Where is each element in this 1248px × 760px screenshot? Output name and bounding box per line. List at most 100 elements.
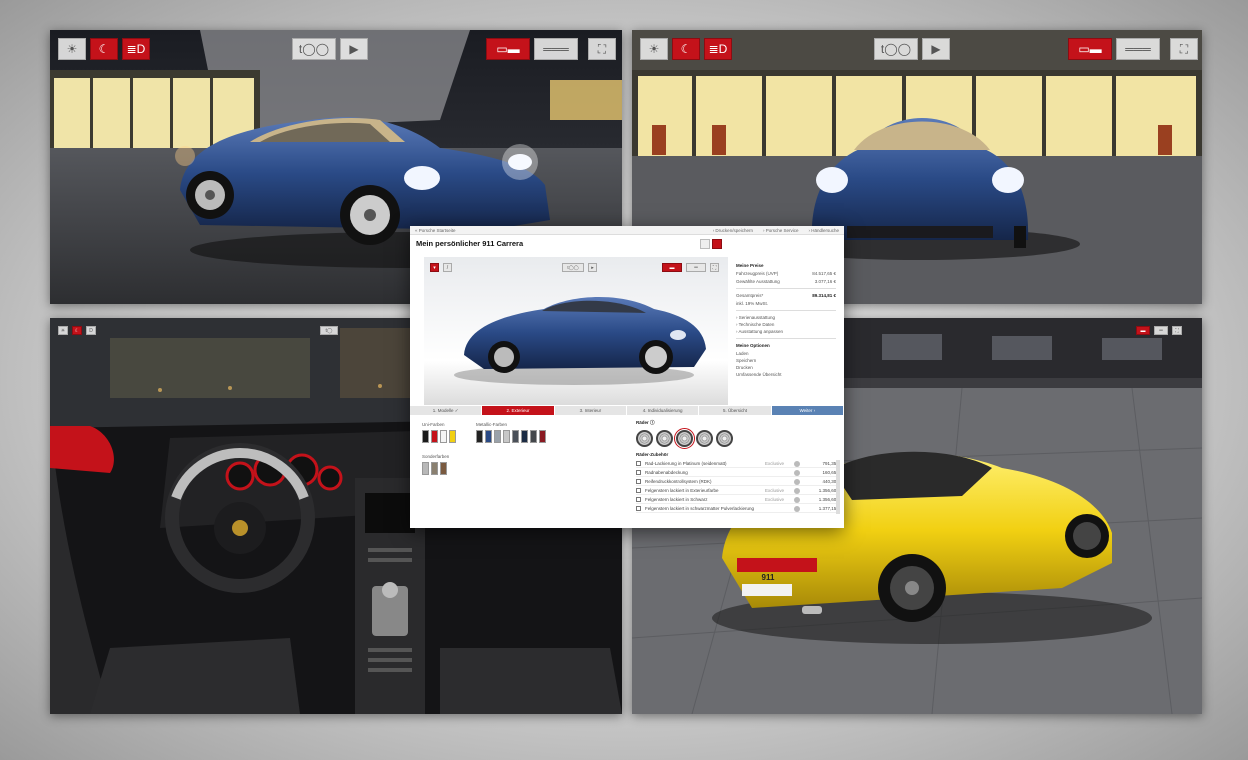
option-row[interactable]: Reifendruckkontrollsystem (RDK) 440,30 € xyxy=(636,478,840,486)
wheel-option-selected[interactable] xyxy=(674,428,695,449)
close-icon[interactable] xyxy=(712,239,722,249)
view-toolbar: ▭▬ ═══ ⛶ xyxy=(486,38,616,60)
info-icon[interactable] xyxy=(794,505,800,512)
headlight-icon[interactable]: ≣D xyxy=(704,38,732,60)
tab-interior[interactable]: 3. Interieur xyxy=(555,406,627,415)
color-swatch[interactable] xyxy=(440,430,447,443)
print-save-link[interactable]: › Drucken/speichern xyxy=(713,228,753,233)
camera-icon[interactable]: t◯◯ xyxy=(292,38,336,60)
next-button[interactable]: Weiter › xyxy=(771,406,844,415)
play-icon[interactable]: ▸ xyxy=(588,263,597,272)
color-swatch[interactable] xyxy=(422,430,429,443)
option-row[interactable]: Radnabenabdeckung 160,65 € xyxy=(636,469,840,477)
tab-overview[interactable]: 5. Übersicht xyxy=(699,406,772,415)
headlight-icon[interactable]: D xyxy=(86,326,96,335)
option-row[interactable]: Felgenstern lackiert in Exterieurfarbe Ex… xyxy=(636,487,840,495)
wheel-option[interactable] xyxy=(636,430,653,447)
overview-option[interactable]: Umfassende Übersicht xyxy=(736,372,836,377)
car-stage-render xyxy=(454,297,706,385)
fullscreen-icon[interactable]: ⛶ xyxy=(588,38,616,60)
fullscreen-icon[interactable]: ⛶ xyxy=(710,263,719,272)
color-swatch[interactable] xyxy=(449,430,456,443)
sun-icon[interactable]: ☀ xyxy=(640,38,668,60)
color-swatch[interactable] xyxy=(512,430,519,443)
car-exterior-icon[interactable]: ▬ xyxy=(662,263,682,272)
camera-icon[interactable]: t◯ xyxy=(320,326,338,335)
checkbox[interactable] xyxy=(636,470,641,475)
price-row: Fahrzeugpreis (UVP) 84.517,65 € xyxy=(736,271,836,276)
car-stage[interactable]: ▾ / t◯◯ ▸ ▬ ═ ⛶ xyxy=(424,257,728,405)
checkbox[interactable] xyxy=(636,497,641,502)
info-icon[interactable] xyxy=(794,478,800,485)
wheel-option[interactable] xyxy=(716,430,733,447)
print-option[interactable]: Drucken xyxy=(736,365,836,370)
info-icon[interactable] xyxy=(794,460,800,467)
sun-icon[interactable]: ☀ xyxy=(58,38,86,60)
headlight-icon[interactable]: ▾ xyxy=(430,263,439,272)
breadcrumb[interactable]: « Porsche Startseite xyxy=(415,228,456,233)
tab-individualization[interactable]: 4. Individualisierung xyxy=(627,406,700,415)
color-swatch[interactable] xyxy=(521,430,528,443)
checkbox[interactable] xyxy=(636,461,641,466)
checkbox[interactable] xyxy=(636,479,641,484)
moon-icon[interactable]: ☾ xyxy=(90,38,118,60)
price-sidebar: Meine Preise Fahrzeugpreis (UVP) 84.517,6… xyxy=(732,257,840,405)
color-swatch[interactable] xyxy=(431,462,438,475)
fullscreen-icon[interactable]: ⛶ xyxy=(1172,326,1182,335)
headlight-icon[interactable]: ≣D xyxy=(122,38,150,60)
camera-icon[interactable]: t◯◯ xyxy=(562,263,584,272)
info-icon[interactable] xyxy=(794,496,800,503)
checkbox[interactable] xyxy=(636,506,641,511)
car-exterior-icon[interactable]: ▬ xyxy=(1136,326,1150,335)
options-scrollbar[interactable] xyxy=(836,460,840,514)
color-swatch[interactable] xyxy=(422,462,429,475)
car-interior-icon[interactable]: ═ xyxy=(686,263,706,272)
moon-icon[interactable]: ☾ xyxy=(72,326,82,335)
car-interior-icon[interactable]: ═══ xyxy=(534,38,578,60)
play-icon[interactable]: ▶ xyxy=(340,38,368,60)
total-price-row: Gesamtpreis* 89.314,81 € xyxy=(736,293,836,298)
save-option[interactable]: Speichern xyxy=(736,358,836,363)
price-heading: Meine Preise xyxy=(736,263,764,268)
car-interior-icon[interactable]: ═ xyxy=(1154,326,1168,335)
side-link[interactable]: › Ausstattung anpassen xyxy=(736,329,836,334)
configurator-topbar: « Porsche Startseite › Drucken/speichern… xyxy=(410,226,844,235)
tab-models[interactable]: 1. Modelle ✓ xyxy=(410,406,483,415)
info-icon[interactable] xyxy=(794,469,800,476)
tab-exterior[interactable]: 2. Exterieur xyxy=(482,406,555,415)
color-swatch[interactable] xyxy=(530,430,537,443)
color-swatch[interactable] xyxy=(476,430,483,443)
checkbox[interactable] xyxy=(636,488,641,493)
dealer-search-link[interactable]: › Händlersuche xyxy=(808,228,839,233)
option-row[interactable]: Felgenstern lackiert in schwarzmatter Pu… xyxy=(636,505,840,513)
options-heading: Meine Optionen xyxy=(736,343,770,348)
load-option[interactable]: Laden xyxy=(736,351,836,356)
option-row[interactable]: Felgenstern lackiert in Schwarz Exclusive… xyxy=(636,496,840,504)
brush-icon[interactable]: / xyxy=(443,263,452,272)
car-exterior-icon[interactable]: ▭▬ xyxy=(486,38,530,60)
license-plate: 911 xyxy=(761,573,775,582)
play-icon[interactable]: ▶ xyxy=(922,38,950,60)
sun-icon[interactable]: ☀ xyxy=(58,326,68,335)
option-row[interactable]: Rad-Lackierung in Platinum (seidenmatt) E… xyxy=(636,460,840,468)
info-icon[interactable] xyxy=(794,487,800,494)
color-swatch[interactable] xyxy=(539,430,546,443)
color-swatch[interactable] xyxy=(431,430,438,443)
side-link[interactable]: › Serienausstattung xyxy=(736,315,836,320)
color-swatch[interactable] xyxy=(440,462,447,475)
car-interior-icon[interactable]: ═══ xyxy=(1116,38,1160,60)
wheel-option[interactable] xyxy=(696,430,713,447)
color-swatch[interactable] xyxy=(503,430,510,443)
service-link[interactable]: › Porsche Service xyxy=(763,228,799,233)
car-exterior-icon[interactable]: ▭▬ xyxy=(1068,38,1112,60)
light-toolbar-small: ☀ ☾ D xyxy=(58,326,96,335)
minimize-icon[interactable] xyxy=(700,239,710,249)
fullscreen-icon[interactable]: ⛶ xyxy=(1170,38,1198,60)
moon-icon[interactable]: ☾ xyxy=(672,38,700,60)
side-link[interactable]: › Technische Daten xyxy=(736,322,836,327)
wheel-option[interactable] xyxy=(656,430,673,447)
color-swatch[interactable] xyxy=(494,430,501,443)
color-swatch[interactable] xyxy=(485,430,492,443)
wheel-accessories-label: Räder-Zubehör xyxy=(636,452,669,457)
camera-icon[interactable]: t◯◯ xyxy=(874,38,918,60)
